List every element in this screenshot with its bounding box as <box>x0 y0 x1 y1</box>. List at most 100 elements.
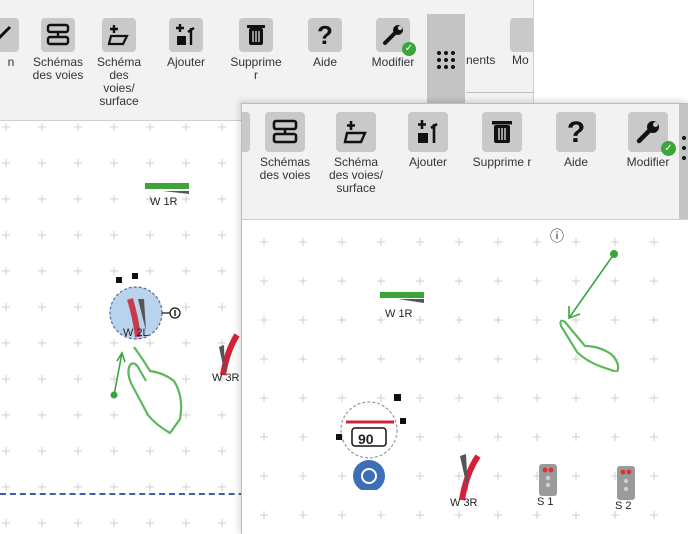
help-icon: ? <box>556 112 596 152</box>
grid-cross <box>260 511 268 519</box>
tool-label: Modifier <box>626 155 670 169</box>
speed-value: 90 <box>358 431 374 447</box>
grid-cross <box>38 375 46 383</box>
grid-cross <box>494 355 502 363</box>
grid-cross <box>2 123 10 131</box>
checkmark-badge-icon: ✓ <box>402 42 416 56</box>
partial-tool-icon[interactable] <box>242 112 250 152</box>
grid-cross <box>2 159 10 167</box>
add-icon <box>169 18 203 52</box>
grid-cross <box>74 483 82 491</box>
track-surface-icon <box>102 18 136 52</box>
grid-cross <box>2 339 10 347</box>
tool-label: Schémas des voies <box>259 155 311 182</box>
grid-cross <box>2 519 10 527</box>
add-icon <box>408 112 448 152</box>
front-track-canvas[interactable]: ⓘ W 1R 90 W 3R S 1 S 2 <box>242 220 688 534</box>
back-tool-ajouter[interactable]: Ajouter <box>160 18 212 69</box>
grid-cross <box>182 483 190 491</box>
partial-tool-icon[interactable] <box>510 18 533 52</box>
grid-cross <box>611 511 619 519</box>
grid-cross <box>650 433 658 441</box>
grid-cross <box>572 472 580 480</box>
grid-cross <box>182 231 190 239</box>
front-tool-aide[interactable]: ? Aide <box>550 112 602 169</box>
grid-cross <box>299 472 307 480</box>
grid-cross <box>533 511 541 519</box>
grid-cross <box>299 511 307 519</box>
grid-cross <box>494 277 502 285</box>
grid-cross <box>455 238 463 246</box>
front-tool-schemas-voies[interactable]: Schémas des voies <box>254 112 316 182</box>
front-tool-modifier[interactable]: ✓ Modifier <box>620 112 676 169</box>
grid-cross <box>74 123 82 131</box>
more-tools-grip-icon[interactable] <box>679 104 688 219</box>
grid-cross <box>74 411 82 419</box>
more-tools-grip-icon[interactable] <box>427 14 465 106</box>
turnout-w3r-track[interactable] <box>450 448 490 504</box>
grid-cross <box>338 277 346 285</box>
signal-s1[interactable] <box>537 462 561 498</box>
grid-cross <box>338 511 346 519</box>
grid-cross <box>455 511 463 519</box>
back-tool-aide[interactable]: ? Aide <box>303 18 347 69</box>
tap-gesture-hand-icon <box>110 346 183 435</box>
tool-label: Aide <box>563 155 589 169</box>
signal-s2[interactable] <box>615 464 639 504</box>
grid-cross <box>74 159 82 167</box>
grid-cross <box>74 375 82 383</box>
trash-icon <box>482 112 522 152</box>
turnout-w1r-track[interactable] <box>143 181 193 195</box>
grid-cross <box>110 483 118 491</box>
grid-cross <box>146 519 154 527</box>
grid-cross <box>299 394 307 402</box>
tool-label: Modifier <box>371 55 415 69</box>
grid-cross <box>260 394 268 402</box>
toolbar-separator <box>466 92 533 93</box>
grid-cross <box>377 277 385 285</box>
grid-cross <box>611 433 619 441</box>
turnout-w1r-track[interactable] <box>378 290 428 304</box>
grid-cross <box>110 231 118 239</box>
front-tool-schema-surface[interactable]: Schéma des voies/ surface <box>328 112 384 195</box>
grid-cross <box>338 355 346 363</box>
grid-cross <box>455 355 463 363</box>
grid-cross <box>2 195 10 203</box>
back-tool-modifier[interactable]: ✓ Modifier <box>368 18 418 69</box>
tool-label: Schéma des voies/ surface <box>96 55 142 108</box>
grid-cross <box>572 433 580 441</box>
grid-cross <box>74 231 82 239</box>
grid-cross <box>572 394 580 402</box>
grid-cross <box>74 195 82 203</box>
grid-cross <box>38 123 46 131</box>
turnout-label: W 1R <box>385 308 413 320</box>
grid-cross <box>38 231 46 239</box>
locomotive-speed-control[interactable] <box>324 390 424 490</box>
tool-label: Supprime r <box>230 55 282 82</box>
front-tool-ajouter[interactable]: Ajouter <box>400 112 456 169</box>
grid-cross <box>494 316 502 324</box>
back-tool-schema-surface[interactable]: Schéma des voies/ surface <box>93 18 145 108</box>
front-tool-supprimer[interactable]: Supprime r <box>472 112 532 169</box>
back-tool-partial-left[interactable]: n <box>0 18 24 69</box>
turnout-label: W 2L <box>123 327 149 339</box>
grid-cross <box>38 303 46 311</box>
grid-cross <box>650 394 658 402</box>
tool-label: Schémas des voies <box>32 55 84 82</box>
grid-cross <box>2 447 10 455</box>
grid-cross <box>146 447 154 455</box>
turnout-w2l-selected[interactable] <box>102 271 192 351</box>
back-tool-supprimer[interactable]: Supprime r <box>228 18 284 82</box>
grid-cross <box>2 303 10 311</box>
back-tool-schemas-voies[interactable]: Schémas des voies <box>30 18 86 82</box>
grid-cross <box>338 316 346 324</box>
track-plans-icon <box>265 112 305 152</box>
grid-cross <box>494 394 502 402</box>
front-toolbar: Schémas des voies Schéma des voies/ surf… <box>242 104 688 220</box>
grid-cross <box>299 433 307 441</box>
signal-label: S 2 <box>615 500 632 512</box>
grid-cross <box>74 267 82 275</box>
partial-tool-icon <box>0 18 19 52</box>
grid-cross <box>182 159 190 167</box>
grid-cross <box>218 303 226 311</box>
